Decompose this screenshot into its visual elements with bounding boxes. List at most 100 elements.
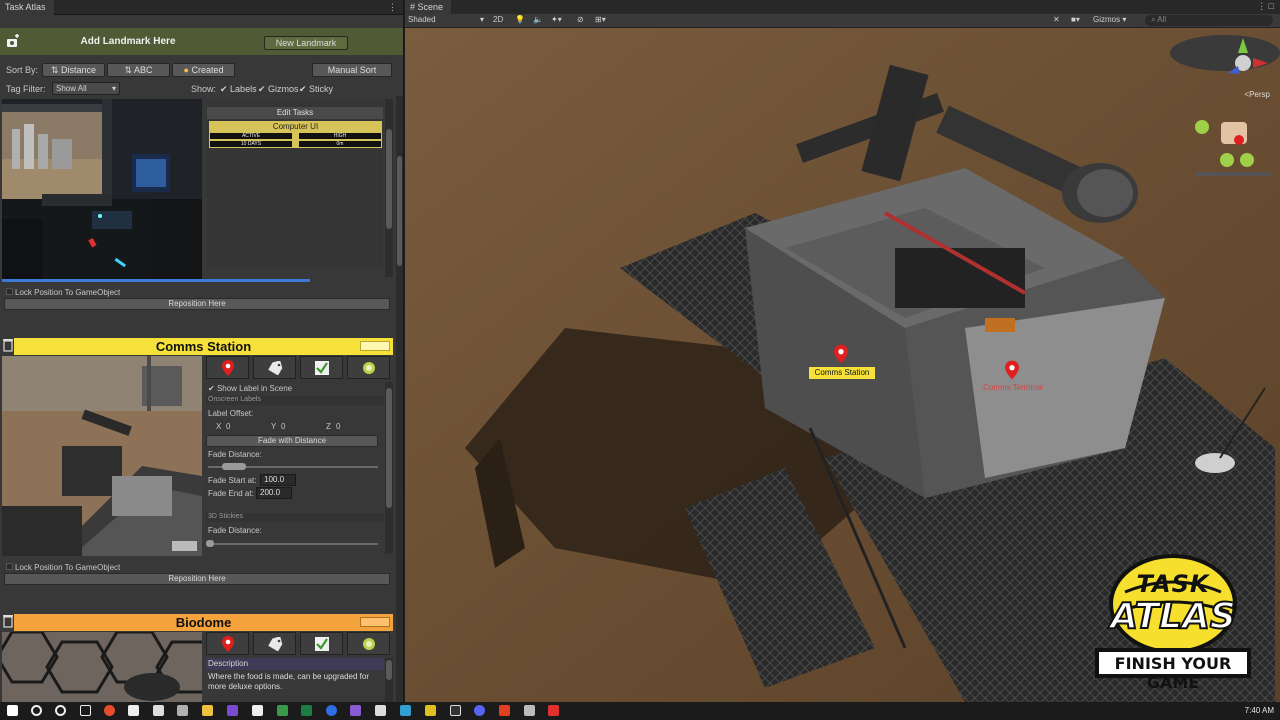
fade-end-field[interactable]: 200.0 [256, 487, 292, 499]
offset-x-field[interactable]: 0 [226, 422, 230, 431]
color-swatch[interactable] [360, 341, 390, 351]
gizmos-checkbox[interactable]: ✔ Gizmos [258, 84, 299, 95]
tag-button[interactable] [253, 632, 296, 655]
gizmos-label: Gizmos [1093, 15, 1121, 24]
app-icon[interactable] [128, 705, 139, 716]
excel-icon[interactable] [301, 705, 312, 716]
search-placeholder: All [1157, 15, 1167, 24]
sort-abc-button[interactable]: ⇅ ABC [107, 63, 170, 77]
app-icon[interactable] [499, 705, 510, 716]
labels-checkbox[interactable]: ✔ Labels [220, 84, 257, 95]
tab-task-atlas[interactable]: Task Atlas [0, 0, 54, 15]
tag-filter-value: Show All [56, 84, 87, 93]
app-icon[interactable] [277, 705, 288, 716]
card3-scrollbar[interactable] [385, 658, 393, 702]
tab-scene[interactable]: # Scene [405, 0, 452, 14]
task-view-icon[interactable] [80, 705, 91, 716]
comms-terminal-scene-label[interactable]: Comms Terminal [977, 383, 1049, 393]
task-atlas-logo: TASK ATLAS FINISH YOUR GAME [1091, 552, 1255, 692]
comms-terminal-pin[interactable] [1005, 360, 1019, 380]
visual-studio-icon[interactable] [350, 705, 361, 716]
unity-hub-icon[interactable] [450, 705, 461, 716]
sticky-checkbox-label: Sticky [309, 84, 334, 94]
card2-scrollbar[interactable] [385, 382, 393, 554]
app-icon[interactable] [425, 705, 436, 716]
pin-location-button[interactable] [206, 356, 249, 379]
chrome-icon[interactable] [104, 705, 115, 716]
sort-distance-button[interactable]: ⇅ Distance [42, 63, 105, 77]
app-icon[interactable] [177, 705, 188, 716]
gizmos-dropdown[interactable]: Gizmos ▾ [1093, 15, 1126, 24]
sticky-fade-distance-handle[interactable] [206, 540, 214, 547]
cortana-icon[interactable] [55, 705, 66, 716]
card2-reposition-button[interactable]: Reposition Here [4, 573, 390, 585]
comms-station-scene-label[interactable]: Comms Station [809, 367, 875, 379]
fade-distance-handle[interactable] [222, 463, 246, 470]
tools-icon[interactable]: ✕ [1053, 15, 1060, 24]
tag-filter-dropdown[interactable]: Show All ▾ [52, 82, 120, 95]
edge-icon[interactable] [326, 705, 337, 716]
camera-icon[interactable]: ■▾ [1071, 15, 1080, 24]
card1-lock-row[interactable]: Lock Position To GameObject [4, 287, 394, 298]
scene-search-input[interactable]: ⌕ All [1145, 15, 1273, 26]
trash-icon[interactable] [2, 614, 14, 628]
audio-icon[interactable]: 🔈 [533, 15, 543, 24]
card2-lock-row[interactable]: Lock Position To GameObject [4, 562, 394, 573]
fade-start-field[interactable]: 100.0 [260, 474, 296, 486]
sticky-fade-distance-slider[interactable] [208, 543, 378, 545]
card1-lock-checkbox[interactable] [6, 288, 13, 295]
perspective-label[interactable]: <Persp [1244, 90, 1270, 99]
scene-view[interactable]: # Scene ⋮ □ Shaded ▾ 2D 💡 🔈 ✦▾ ⊘ ⊞▾ ✕ ■▾… [405, 0, 1280, 702]
gizmo-button[interactable] [347, 632, 390, 655]
discord-icon[interactable] [474, 705, 485, 716]
app-icon[interactable] [252, 705, 263, 716]
scene-tab-title: Scene [417, 2, 444, 12]
comms-station-header[interactable]: Comms Station [14, 338, 393, 355]
panel-scrollbar[interactable] [396, 96, 403, 702]
tag-button[interactable] [253, 356, 296, 379]
app-icon[interactable] [548, 705, 559, 716]
shading-dropdown[interactable]: Shaded ▾ [408, 15, 484, 24]
color-swatch[interactable] [360, 617, 390, 627]
edit-tasks-button[interactable]: Edit Tasks [207, 107, 383, 119]
grid-icon[interactable]: ⊞▾ [595, 15, 606, 24]
card2-lock-checkbox[interactable] [6, 563, 13, 570]
scene-panel-menu-icon[interactable]: ⋮ □ [1257, 1, 1274, 12]
app-icon[interactable] [524, 705, 535, 716]
trash-icon[interactable] [2, 338, 14, 352]
orientation-gizmo[interactable] [1218, 38, 1268, 88]
gizmo-button[interactable] [347, 356, 390, 379]
card1-scrollbar[interactable] [385, 99, 393, 277]
app-icon[interactable] [375, 705, 386, 716]
taskbar-clock[interactable]: 7:40 AM [1245, 706, 1274, 715]
biodome-header[interactable]: Biodome [14, 614, 393, 631]
task-name-bar[interactable]: Computer UI [209, 121, 382, 132]
fade-with-distance-button[interactable]: Fade with Distance [206, 435, 378, 447]
lighting-icon[interactable]: 💡 [515, 15, 525, 24]
windows-start-icon[interactable] [7, 705, 18, 716]
description-text[interactable]: Where the food is made, can be upgraded … [208, 672, 382, 692]
comms-station-pin[interactable] [834, 344, 848, 364]
show-label-toggle[interactable]: ✔ Show Label in Scene [208, 384, 292, 393]
new-landmark-button[interactable]: New Landmark [264, 36, 348, 50]
task-atlas-panel: Task Atlas ⋮ Add Landmark Here New Landm… [0, 0, 404, 702]
app-icon[interactable] [227, 705, 238, 716]
folder-icon[interactable] [202, 705, 213, 716]
2d-toggle[interactable]: 2D [493, 15, 503, 24]
tasks-button[interactable] [300, 632, 343, 655]
pin-location-button[interactable] [206, 632, 249, 655]
search-icon[interactable] [31, 705, 42, 716]
app-icon[interactable] [400, 705, 411, 716]
tasks-button[interactable] [300, 356, 343, 379]
scene-overlay-tools[interactable] [1193, 118, 1273, 176]
panel-menu-icon[interactable]: ⋮ [388, 2, 397, 13]
card1-reposition-button[interactable]: Reposition Here [4, 298, 390, 310]
sort-created-button[interactable]: ● Created [172, 63, 235, 77]
offset-y-field[interactable]: 0 [281, 422, 285, 431]
sticky-checkbox[interactable]: ✔ Sticky [299, 84, 333, 95]
manual-sort-button[interactable]: Manual Sort [312, 63, 392, 77]
unity-icon[interactable] [153, 705, 164, 716]
hidden-objects-icon[interactable]: ⊘ [577, 15, 584, 24]
offset-z-field[interactable]: 0 [336, 422, 340, 431]
effects-icon[interactable]: ✦▾ [551, 15, 562, 24]
